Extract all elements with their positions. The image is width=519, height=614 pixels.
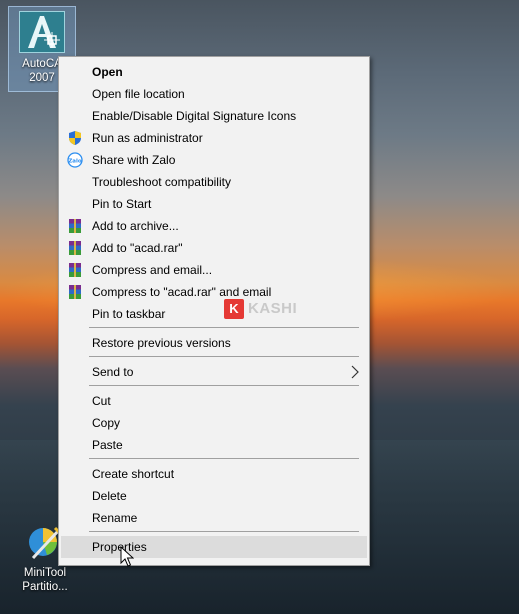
- zalo-icon: Zalo: [67, 152, 83, 168]
- menu-item-label: Add to "acad.rar": [92, 241, 183, 255]
- menu-item-label: Pin to Start: [92, 197, 152, 211]
- menu-separator: [89, 458, 359, 459]
- autocad-icon: [19, 11, 65, 53]
- menu-separator: [89, 356, 359, 357]
- winrar-icon: [67, 284, 83, 300]
- menu-item-label: Restore previous versions: [92, 336, 231, 350]
- menu-separator: [89, 385, 359, 386]
- desktop-icon-label-line2: Partitio...: [22, 581, 68, 593]
- menu-item-paste[interactable]: Paste: [61, 434, 367, 456]
- shield-icon: [67, 130, 83, 146]
- menu-item-label: Copy: [92, 416, 121, 430]
- menu-item-pin-to-start[interactable]: Pin to Start: [61, 193, 367, 215]
- menu-item-label: Add to archive...: [92, 219, 179, 233]
- menu-item-properties[interactable]: Properties: [61, 536, 367, 558]
- menu-item-label: Enable/Disable Digital Signature Icons: [92, 109, 297, 123]
- menu-item-pin-to-taskbar[interactable]: Pin to taskbar: [61, 303, 367, 325]
- menu-item-rename[interactable]: Rename: [61, 507, 367, 529]
- menu-item-share-zalo[interactable]: Zalo Share with Zalo: [61, 149, 367, 171]
- context-menu: Open Open file location Enable/Disable D…: [58, 56, 370, 566]
- menu-separator: [89, 327, 359, 328]
- menu-item-digital-signature[interactable]: Enable/Disable Digital Signature Icons: [61, 105, 367, 127]
- menu-item-label: Send to: [92, 365, 134, 379]
- menu-item-label: Create shortcut: [92, 467, 175, 481]
- menu-item-label: Paste: [92, 438, 123, 452]
- menu-item-open[interactable]: Open: [61, 61, 367, 83]
- winrar-icon: [67, 240, 83, 256]
- menu-item-open-file-location[interactable]: Open file location: [61, 83, 367, 105]
- winrar-icon: [67, 218, 83, 234]
- menu-item-label: Run as administrator: [92, 131, 203, 145]
- menu-separator: [89, 531, 359, 532]
- menu-item-delete[interactable]: Delete: [61, 485, 367, 507]
- menu-item-troubleshoot[interactable]: Troubleshoot compatibility: [61, 171, 367, 193]
- watermark-text: KASHI: [248, 300, 298, 317]
- menu-item-restore-previous-versions[interactable]: Restore previous versions: [61, 332, 367, 354]
- menu-item-label: Pin to taskbar: [92, 307, 166, 321]
- menu-item-run-as-admin[interactable]: Run as administrator: [61, 127, 367, 149]
- menu-item-label: Cut: [92, 394, 111, 408]
- menu-item-label: Delete: [92, 489, 127, 503]
- desktop-icon-label: MiniTool: [23, 567, 67, 579]
- watermark-badge: K: [224, 299, 244, 319]
- winrar-icon: [67, 262, 83, 278]
- menu-item-label: Rename: [92, 511, 138, 525]
- menu-item-compress-to-acad-rar-email[interactable]: Compress to "acad.rar" and email: [61, 281, 367, 303]
- menu-item-label: Open: [92, 65, 123, 79]
- menu-item-label: Troubleshoot compatibility: [92, 175, 231, 189]
- menu-item-create-shortcut[interactable]: Create shortcut: [61, 463, 367, 485]
- menu-item-label: Open file location: [92, 87, 185, 101]
- menu-item-compress-and-email[interactable]: Compress and email...: [61, 259, 367, 281]
- mouse-cursor-icon: [120, 545, 135, 573]
- menu-item-add-to-acad-rar[interactable]: Add to "acad.rar": [61, 237, 367, 259]
- menu-item-cut[interactable]: Cut: [61, 390, 367, 412]
- svg-text:Zalo: Zalo: [68, 159, 82, 165]
- kashi-watermark: K KASHI: [224, 298, 297, 320]
- menu-item-copy[interactable]: Copy: [61, 412, 367, 434]
- menu-item-label: Compress and email...: [92, 263, 213, 277]
- menu-item-send-to[interactable]: Send to: [61, 361, 367, 383]
- menu-item-label: Share with Zalo: [92, 153, 176, 167]
- menu-item-add-to-archive[interactable]: Add to archive...: [61, 215, 367, 237]
